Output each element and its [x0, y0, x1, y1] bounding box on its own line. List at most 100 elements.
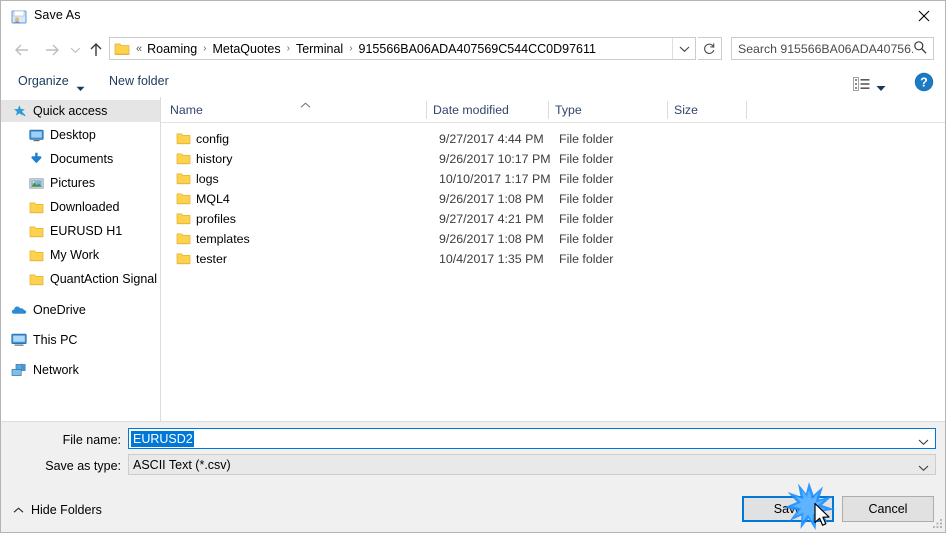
save-as-type-chevron-down-icon[interactable]	[918, 461, 929, 475]
save-button-label: Save	[773, 502, 803, 516]
column-header-date-modified[interactable]: Date modified	[433, 103, 509, 117]
sidebar-item-quantaction-signal[interactable]: QuantAction Signal	[1, 268, 160, 290]
caret-up-icon	[13, 506, 24, 514]
file-name-chevron-down-icon[interactable]	[918, 435, 929, 449]
onedrive-icon	[10, 304, 28, 316]
sidebar-item-label: EURUSD H1	[50, 224, 123, 238]
view-options-chevron-down-icon[interactable]	[876, 81, 886, 95]
close-button[interactable]	[901, 1, 945, 31]
folder-icon	[114, 42, 130, 56]
svg-text:?: ?	[920, 76, 928, 90]
file-name-value[interactable]: EURUSD2	[131, 430, 194, 447]
cancel-button[interactable]: Cancel	[842, 496, 934, 522]
column-divider[interactable]	[548, 101, 549, 119]
sidebar-item-downloaded[interactable]: Downloaded	[1, 196, 160, 218]
column-header-size[interactable]: Size	[674, 103, 698, 117]
file-name-cell: config	[196, 132, 230, 146]
folder-icon	[27, 201, 45, 214]
sidebar-item-label: OneDrive	[33, 303, 86, 317]
sidebar-item-my-work[interactable]: My Work	[1, 244, 160, 266]
save-as-type-value[interactable]: ASCII Text (*.csv)	[133, 458, 231, 472]
chevron-down-icon[interactable]	[76, 81, 85, 95]
folder-icon	[27, 249, 45, 262]
address-bar-breadcrumb[interactable]: « Roaming › MetaQuotes › Terminal › 9155…	[109, 37, 696, 60]
main-content: Quick access Desktop Documents Pictures …	[1, 97, 945, 421]
save-as-app-icon	[11, 9, 27, 25]
organize-button[interactable]: Organize	[18, 74, 69, 88]
search-input[interactable]: Search 915566BA06ADA40756...	[738, 42, 913, 56]
window-title: Save As	[34, 8, 81, 22]
new-folder-button[interactable]: New folder	[109, 74, 169, 88]
table-row[interactable]: tester 10/4/2017 1:35 PM File folder	[161, 250, 945, 270]
column-divider[interactable]	[426, 101, 427, 119]
type-cell: File folder	[559, 132, 614, 146]
address-dropdown-chevron-down-icon[interactable]	[672, 38, 695, 59]
folder-icon	[176, 132, 191, 148]
title-bar: Save As	[1, 1, 945, 32]
type-cell: File folder	[559, 252, 614, 266]
navigation-bar: « Roaming › MetaQuotes › Terminal › 9155…	[1, 32, 945, 68]
breadcrumb-item-metaquotes[interactable]: MetaQuotes	[211, 42, 283, 56]
breadcrumb-separator[interactable]: ›	[345, 43, 356, 54]
list-view-icon[interactable]	[853, 77, 871, 94]
breadcrumb-item-terminal[interactable]: Terminal	[294, 42, 345, 56]
search-icon[interactable]	[913, 40, 927, 57]
date-modified-cell: 9/26/2017 1:08 PM	[439, 192, 544, 206]
table-row[interactable]: templates 9/26/2017 1:08 PM File folder	[161, 230, 945, 250]
type-cell: File folder	[559, 172, 614, 186]
breadcrumb-overflow[interactable]: «	[133, 43, 145, 55]
folder-icon	[176, 232, 191, 248]
breadcrumb-separator[interactable]: ›	[283, 43, 294, 54]
file-name-label: File name:	[62, 433, 121, 447]
column-divider[interactable]	[667, 101, 668, 119]
date-modified-cell: 9/26/2017 1:08 PM	[439, 232, 544, 246]
file-name-input[interactable]: EURUSD2	[128, 428, 936, 449]
refresh-icon[interactable]	[698, 37, 722, 60]
hide-folders-button[interactable]: Hide Folders	[13, 503, 102, 517]
breadcrumb-item-roaming[interactable]: Roaming	[145, 42, 199, 56]
sidebar-item-desktop[interactable]: Desktop	[1, 124, 160, 146]
column-divider[interactable]	[746, 101, 747, 119]
table-row[interactable]: config 9/27/2017 4:44 PM File folder	[161, 130, 945, 150]
dialog-footer: File name: EURUSD2 Save as type: ASCII T…	[1, 421, 945, 532]
file-name-cell: history	[196, 152, 233, 166]
file-name-cell: profiles	[196, 212, 236, 226]
help-question-icon[interactable]: ?	[914, 72, 934, 92]
table-row[interactable]: MQL4 9/26/2017 1:08 PM File folder	[161, 190, 945, 210]
sidebar-item-quick-access[interactable]: Quick access	[1, 100, 160, 122]
up-one-level-arrow-up-icon[interactable]	[85, 39, 107, 61]
save-button[interactable]: Save	[742, 496, 834, 522]
sidebar-item-label: My Work	[50, 248, 100, 262]
cancel-button-label: Cancel	[868, 502, 908, 516]
breadcrumb-item-terminal-id[interactable]: 915566BA06ADA407569C544CC0D97611	[357, 42, 598, 56]
column-header-name[interactable]: Name	[170, 103, 203, 117]
save-as-type-label: Save as type:	[45, 459, 121, 473]
sidebar-item-this-pc[interactable]: This PC	[1, 329, 160, 351]
sidebar-item-eurusd-h1[interactable]: EURUSD H1	[1, 220, 160, 242]
type-cell: File folder	[559, 192, 614, 206]
table-row[interactable]: profiles 9/27/2017 4:21 PM File folder	[161, 210, 945, 230]
sidebar-item-pictures[interactable]: Pictures	[1, 172, 160, 194]
sidebar-item-documents[interactable]: Documents	[1, 148, 160, 170]
forward-icon[interactable]	[41, 39, 63, 61]
column-header-type[interactable]: Type	[555, 103, 582, 117]
sidebar-item-label: Quick access	[33, 104, 108, 118]
sidebar-item-onedrive[interactable]: OneDrive	[1, 299, 160, 321]
resize-grip[interactable]	[931, 517, 944, 530]
table-row[interactable]: logs 10/10/2017 1:17 PM File folder	[161, 170, 945, 190]
command-bar: Organize New folder	[1, 68, 945, 97]
sidebar-item-network[interactable]: Network	[1, 359, 160, 381]
search-box[interactable]: Search 915566BA06ADA40756...	[731, 37, 934, 60]
breadcrumb-separator[interactable]: ›	[199, 43, 210, 54]
folder-icon	[176, 252, 191, 268]
back-icon[interactable]	[11, 39, 33, 61]
save-as-type-select[interactable]: ASCII Text (*.csv)	[128, 454, 936, 475]
sidebar-item-label: Pictures	[50, 176, 96, 190]
table-row[interactable]: history 9/26/2017 10:17 PM File folder	[161, 150, 945, 170]
recent-locations-chevron-down-icon[interactable]	[67, 39, 83, 61]
sidebar-item-label: Desktop	[50, 128, 96, 142]
date-modified-cell: 9/26/2017 10:17 PM	[439, 152, 551, 166]
sidebar-item-label: Network	[33, 363, 79, 377]
file-name-cell: MQL4	[196, 192, 230, 206]
sidebar-item-label: QuantAction Signal	[50, 272, 158, 286]
